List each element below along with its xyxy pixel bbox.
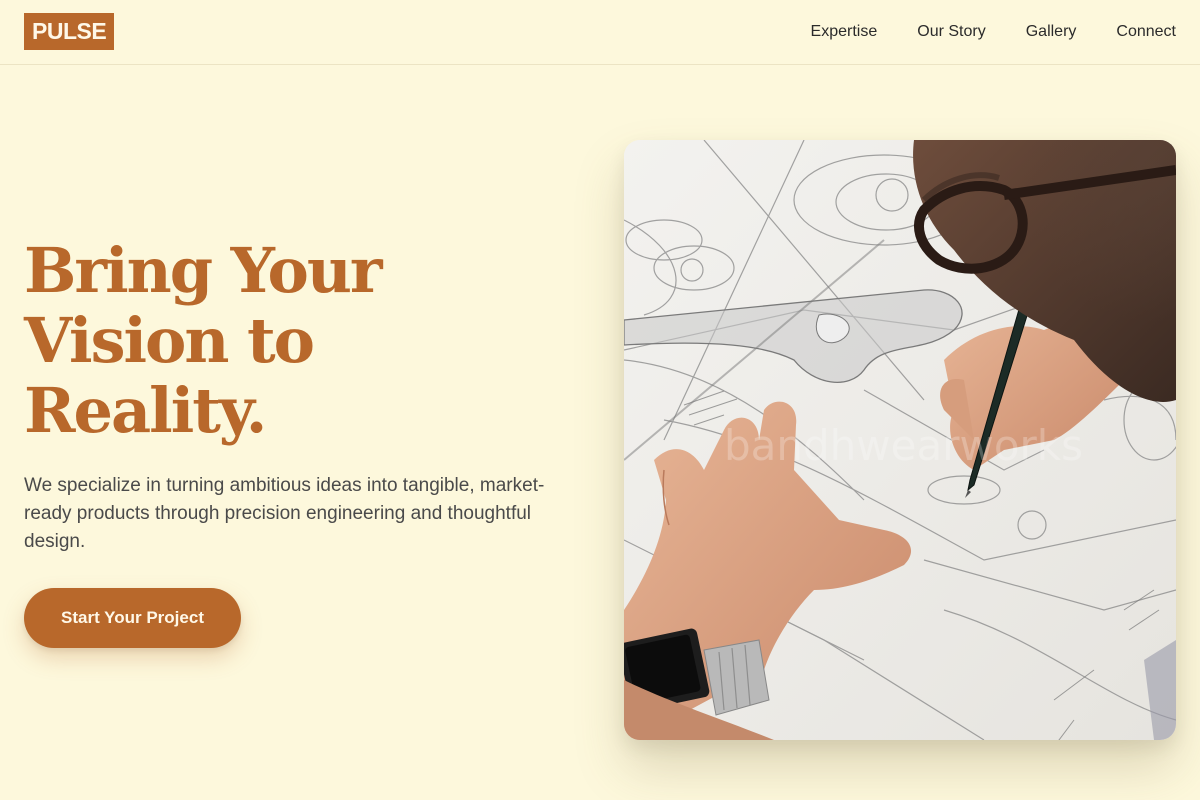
headline-line-1: Bring Your [24,234,383,307]
main-nav: Expertise Our Story Gallery Connect [811,20,1176,44]
nav-link-expertise[interactable]: Expertise [811,20,878,44]
nav-link-connect[interactable]: Connect [1116,20,1176,44]
start-project-button[interactable]: Start Your Project [24,588,241,648]
sketch-illustration: bandhwearworks [624,140,1176,740]
hero-subtitle: We specialize in turning ambitious ideas… [24,475,545,552]
landing-page: PULSE Expertise Our Story Gallery Connec… [0,0,1200,800]
headline-line-2: Vision to [24,304,315,377]
nav-link-our-story[interactable]: Our Story [917,20,985,44]
brand-logo[interactable]: PULSE [24,13,115,50]
headline-line-3: Reality. [24,374,267,447]
nav-link-gallery[interactable]: Gallery [1026,20,1077,44]
hero-headline: Bring Your Vision to Reality. [24,236,544,446]
image-watermark: bandhwearworks [724,421,1083,470]
site-header: PULSE Expertise Our Story Gallery Connec… [0,0,1200,65]
hero-image-designer-sketching: bandhwearworks [624,140,1176,740]
